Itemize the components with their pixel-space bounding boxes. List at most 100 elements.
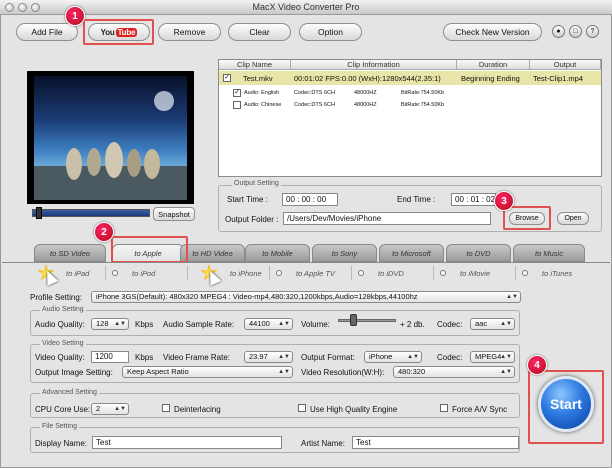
video-resolution-label: Video Resolution(W:H): [301, 368, 385, 377]
audio-english-checkbox[interactable]: ✓ [233, 89, 241, 97]
audio-english-bitrate: BitRate:754.50Kb [401, 90, 445, 96]
radio-ipod[interactable] [112, 270, 118, 276]
output-image-setting-label: Output Image Setting: [35, 368, 113, 377]
profile-setting-label: Profile Setting: [30, 293, 83, 302]
add-file-button[interactable]: Add File [16, 23, 78, 41]
chevron-down-icon: ▲▼ [278, 369, 290, 375]
tab-microsoft[interactable]: to Microsoft [379, 244, 444, 262]
artist-name-input[interactable]: Test [352, 436, 519, 449]
col-header-duration[interactable]: Duration [457, 60, 530, 70]
radio-idvd[interactable] [358, 270, 364, 276]
chevron-down-icon: ▲▼ [500, 354, 512, 360]
video-frame-rate-label: Video Frame Rate: [163, 353, 230, 362]
audio-codec-select[interactable]: aac ▲▼ [470, 318, 515, 330]
end-time-input[interactable]: 00 : 01 : 02 [451, 193, 496, 206]
tab-dvd[interactable]: to DVD [446, 244, 511, 262]
remove-button[interactable]: Remove [158, 23, 221, 41]
snapshot-button[interactable]: Snapshot [153, 207, 195, 221]
start-time-input[interactable]: 00 : 00 : 00 [282, 193, 338, 206]
radio-imovie[interactable] [440, 270, 446, 276]
chevron-down-icon: ▲▼ [500, 321, 512, 327]
start-button[interactable]: Start [538, 376, 594, 432]
apple-icon[interactable]:  [569, 25, 582, 38]
output-setting-legend: Output Setting [232, 180, 281, 187]
subtab-idvd[interactable]: to iDVD [352, 266, 434, 280]
cpu-core-use-value: 2 [96, 404, 101, 413]
radio-apple-tv[interactable] [276, 270, 282, 276]
artist-name-label: Artist Name: [301, 439, 346, 448]
subtab-imovie[interactable]: to iMovie [434, 266, 516, 280]
video-codec-select[interactable]: MPEG4 ▲▼ [470, 351, 515, 363]
tab-sony[interactable]: to Sony [312, 244, 377, 262]
subtab-imovie-label: to iMovie [460, 268, 491, 278]
audio-chinese-label: Audio: Chinese [244, 102, 282, 108]
file-setting-legend: File Setting [40, 423, 80, 430]
radio-itunes[interactable] [522, 270, 528, 276]
subtab-ipod-label: to iPod [132, 268, 156, 278]
step-badge-4: 4 [527, 355, 547, 375]
subtab-apple-tv-label: to Apple TV [296, 268, 335, 278]
option-button[interactable]: Option [299, 23, 362, 41]
video-frame-rate-select[interactable]: 23.97 ▲▼ [244, 351, 293, 363]
highlight-box-apple-tab [111, 236, 188, 263]
preview-slider-handle[interactable] [36, 207, 42, 219]
subtab-apple-tv[interactable]: to Apple TV [270, 266, 352, 280]
video-codec-label: Codec: [437, 353, 463, 362]
highlight-box-browse [503, 206, 551, 230]
video-resolution-value: 480:320 [398, 367, 426, 376]
deinterlacing-checkbox[interactable] [162, 404, 170, 412]
tab-music[interactable]: to Music [513, 244, 585, 262]
user-icon[interactable]: ● [552, 25, 565, 38]
end-time-label: End Time : [397, 195, 436, 204]
video-quality-unit: Kbps [135, 353, 154, 362]
preview-progress-slider[interactable] [32, 209, 150, 217]
chevron-down-icon: ▲▼ [500, 369, 512, 375]
col-header-output[interactable]: Output [530, 60, 601, 70]
force-av-sync-label: Force A/V Sync [452, 405, 508, 414]
output-format-value: iPhone [369, 352, 393, 361]
audio-english-codec: Codec:DTS 6CH [294, 90, 335, 96]
audio-chinese-checkbox[interactable] [233, 101, 241, 109]
volume-label: Volume: [301, 320, 330, 329]
tab-mobile[interactable]: to Mobile [245, 244, 310, 262]
audio-chinese-codec: Codec:DTS 6CH [294, 102, 335, 108]
audio-quality-value: 128 [96, 319, 109, 328]
high-quality-engine-checkbox[interactable] [298, 404, 306, 412]
subtab-iphone-label: to iPhone [230, 268, 262, 278]
force-av-sync-checkbox[interactable] [440, 404, 448, 412]
video-resolution-select[interactable]: 480:320 ▲▼ [393, 366, 515, 378]
tab-divider [2, 262, 610, 263]
col-header-clip-info[interactable]: Clip Information [291, 60, 457, 70]
audio-chinese-hz: 48000HZ [354, 102, 377, 108]
cpu-core-use-select[interactable]: 2 ▲▼ [91, 403, 129, 415]
output-format-label: Output Format: [301, 353, 355, 362]
clip-output-cell: Test-Clip1.mp4 [533, 74, 584, 83]
tab-sd-video[interactable]: to SD Video [34, 244, 106, 262]
open-button[interactable]: Open [557, 212, 589, 225]
subtab-idvd-label: to iDVD [378, 268, 404, 278]
video-quality-input[interactable]: 1200 [91, 351, 129, 363]
output-folder-input[interactable]: /Users/Dev/Movies/iPhone [283, 212, 491, 225]
volume-slider-handle[interactable] [350, 314, 357, 326]
subtab-itunes[interactable]: to iTunes [516, 266, 598, 280]
display-name-label: Display Name: [35, 439, 88, 448]
output-image-setting-select[interactable]: Keep Aspect Ratio ▲▼ [122, 366, 293, 378]
col-header-clip-name[interactable]: Clip Name [219, 60, 291, 70]
tab-hd-video[interactable]: to HD Video [180, 244, 245, 262]
display-name-input[interactable]: Test [92, 436, 282, 449]
window-title: MacX Video Converter Pro [252, 2, 360, 12]
check-new-version-button[interactable]: Check New Version [443, 23, 542, 41]
help-icon[interactable]: ? [586, 25, 599, 38]
volume-slider[interactable] [338, 319, 396, 322]
output-image-setting-value: Keep Aspect Ratio [127, 367, 189, 376]
subtab-ipod[interactable]: to iPod [106, 266, 188, 280]
subtab-itunes-label: to iTunes [542, 268, 573, 278]
deinterlacing-label: Deinterlacing [174, 405, 221, 414]
profile-select[interactable]: iPhone 3GS(Default): 480x320 MPEG4 : Vid… [91, 291, 521, 303]
output-format-select[interactable]: iPhone ▲▼ [364, 351, 422, 363]
audio-quality-select[interactable]: 128 ▲▼ [91, 318, 129, 330]
clip-checkbox[interactable]: ✓ [223, 74, 231, 82]
audio-sample-rate-select[interactable]: 44100 ▲▼ [244, 318, 293, 330]
clear-button[interactable]: Clear [228, 23, 291, 41]
audio-codec-value: aac [475, 319, 488, 328]
